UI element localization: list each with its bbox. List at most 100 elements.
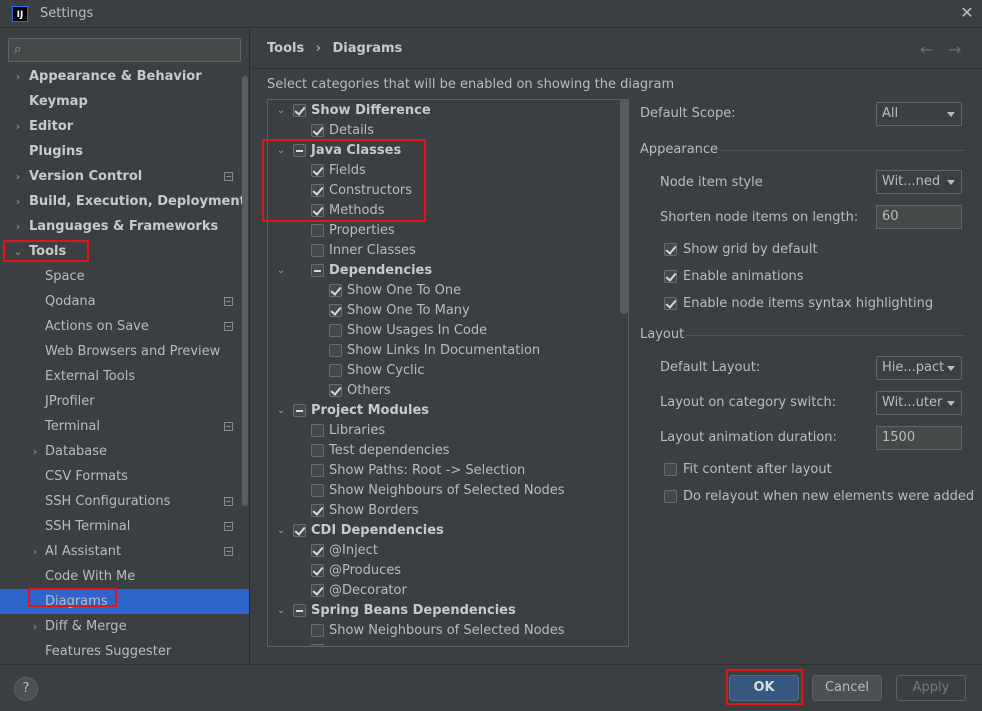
category-row[interactable]	[268, 641, 618, 646]
sidebar-item[interactable]: SSH Configurations	[0, 489, 249, 514]
chevron-right-icon[interactable]: ›	[13, 164, 23, 189]
category-checkbox[interactable]	[293, 104, 306, 117]
default-layout-select[interactable]: Hie...pact	[876, 356, 962, 380]
apply-button[interactable]: Apply	[896, 675, 966, 701]
category-checkbox[interactable]	[311, 564, 324, 577]
help-button[interactable]: ?	[14, 677, 38, 701]
category-checkbox[interactable]	[311, 264, 324, 277]
sidebar-item[interactable]: › Version Control	[0, 164, 249, 189]
category-row[interactable]: Show Links In Documentation	[268, 341, 618, 361]
category-checkbox[interactable]	[311, 464, 324, 477]
category-row[interactable]: @Inject	[268, 541, 618, 561]
category-row[interactable]: ⌄ CDI Dependencies	[268, 521, 618, 541]
sidebar-item[interactable]: External Tools	[0, 364, 249, 389]
sidebar-item[interactable]: › Appearance & Behavior	[0, 64, 249, 89]
category-row[interactable]: ⌄ Show Difference	[268, 101, 618, 121]
chevron-down-icon[interactable]: ⌄	[275, 521, 287, 541]
category-row[interactable]: Details	[268, 121, 618, 141]
chevron-down-icon[interactable]: ⌄	[275, 101, 287, 121]
sidebar-item[interactable]: CSV Formats	[0, 464, 249, 489]
category-row[interactable]: @Decorator	[268, 581, 618, 601]
sidebar-item[interactable]: › AI Assistant	[0, 539, 249, 564]
sidebar-item[interactable]: Space	[0, 264, 249, 289]
category-checkbox[interactable]	[311, 484, 324, 497]
category-checkbox[interactable]	[311, 584, 324, 597]
sidebar-item[interactable]: SSH Terminal	[0, 514, 249, 539]
cancel-button[interactable]: Cancel	[812, 675, 882, 701]
category-checkbox[interactable]	[311, 544, 324, 557]
chevron-down-icon[interactable]: ⌄	[275, 601, 287, 621]
category-checkbox[interactable]	[311, 424, 324, 437]
sidebar-item[interactable]: Plugins	[0, 139, 249, 164]
category-row[interactable]: Show Borders	[268, 501, 618, 521]
category-checkbox[interactable]	[311, 444, 324, 457]
category-checkbox[interactable]	[329, 344, 342, 357]
category-checkbox[interactable]	[311, 504, 324, 517]
category-checkbox[interactable]	[329, 324, 342, 337]
category-row[interactable]: Properties	[268, 221, 618, 241]
enable-animations-checkbox[interactable]	[664, 270, 677, 283]
category-row[interactable]: Others	[268, 381, 618, 401]
categories-scrollbar[interactable]	[620, 99, 628, 314]
default-scope-select[interactable]: All	[876, 102, 962, 126]
arrow-right-icon[interactable]: →	[948, 40, 961, 59]
syntax-highlighting-checkbox[interactable]	[664, 297, 677, 310]
chevron-right-icon[interactable]: ›	[13, 114, 23, 139]
category-checkbox[interactable]	[293, 404, 306, 417]
category-row[interactable]: Show Paths: Root -> Selection	[268, 461, 618, 481]
sidebar-item[interactable]: Qodana	[0, 289, 249, 314]
sidebar-item[interactable]: Features Suggester	[0, 639, 249, 664]
chevron-down-icon[interactable]: ⌄	[275, 261, 287, 281]
category-checkbox[interactable]	[311, 244, 324, 257]
category-checkbox[interactable]	[311, 224, 324, 237]
category-row[interactable]: Show Neighbours of Selected Nodes	[268, 621, 618, 641]
sidebar-item[interactable]: › Languages & Frameworks	[0, 214, 249, 239]
chevron-right-icon[interactable]: ›	[13, 64, 23, 89]
category-checkbox[interactable]	[311, 624, 324, 637]
category-checkbox[interactable]	[329, 384, 342, 397]
sidebar-scrollbar[interactable]	[242, 76, 248, 506]
layout-switch-select[interactable]: Wit...uter	[876, 391, 962, 415]
node-item-style-select[interactable]: Wit...ned	[876, 170, 962, 194]
category-checkbox[interactable]	[293, 524, 306, 537]
close-icon[interactable]: ✕	[958, 4, 976, 22]
sidebar-item[interactable]: › Editor	[0, 114, 249, 139]
chevron-right-icon[interactable]: ›	[30, 614, 40, 639]
category-row[interactable]: Inner Classes	[268, 241, 618, 261]
sidebar-item[interactable]: › Diff & Merge	[0, 614, 249, 639]
category-row[interactable]: Show One To One	[268, 281, 618, 301]
chevron-right-icon[interactable]: ›	[30, 539, 40, 564]
category-row[interactable]: Test dependencies	[268, 441, 618, 461]
search-input[interactable]: ⌕	[8, 38, 241, 62]
category-checkbox[interactable]	[311, 644, 324, 646]
relayout-checkbox[interactable]	[664, 490, 677, 503]
chevron-right-icon[interactable]: ›	[13, 189, 23, 214]
sidebar-item[interactable]: Terminal	[0, 414, 249, 439]
category-row[interactable]: Show One To Many	[268, 301, 618, 321]
shorten-length-field[interactable]: 60	[876, 205, 962, 229]
animation-duration-field[interactable]: 1500	[876, 426, 962, 450]
category-row[interactable]: ⌄ Dependencies	[268, 261, 618, 281]
sidebar-item[interactable]: › Database	[0, 439, 249, 464]
category-checkbox[interactable]	[329, 304, 342, 317]
chevron-right-icon[interactable]: ›	[30, 439, 40, 464]
chevron-right-icon[interactable]: ›	[13, 214, 23, 239]
sidebar-item[interactable]: JProfiler	[0, 389, 249, 414]
fit-content-checkbox[interactable]	[664, 463, 677, 476]
category-checkbox[interactable]	[329, 364, 342, 377]
category-row[interactable]: Show Cyclic	[268, 361, 618, 381]
show-grid-checkbox[interactable]	[664, 243, 677, 256]
category-row[interactable]: Show Neighbours of Selected Nodes	[268, 481, 618, 501]
category-row[interactable]: ⌄ Spring Beans Dependencies	[268, 601, 618, 621]
category-row[interactable]: Show Usages In Code	[268, 321, 618, 341]
arrow-left-icon[interactable]: ←	[920, 40, 933, 59]
chevron-down-icon[interactable]: ⌄	[275, 401, 287, 421]
sidebar-item[interactable]: › Build, Execution, Deployment	[0, 189, 249, 214]
category-row[interactable]: @Produces	[268, 561, 618, 581]
category-checkbox[interactable]	[293, 604, 306, 617]
sidebar-item[interactable]: Code With Me	[0, 564, 249, 589]
sidebar-item[interactable]: Web Browsers and Preview	[0, 339, 249, 364]
category-row[interactable]: ⌄ Project Modules	[268, 401, 618, 421]
category-row[interactable]: Libraries	[268, 421, 618, 441]
category-checkbox[interactable]	[311, 124, 324, 137]
